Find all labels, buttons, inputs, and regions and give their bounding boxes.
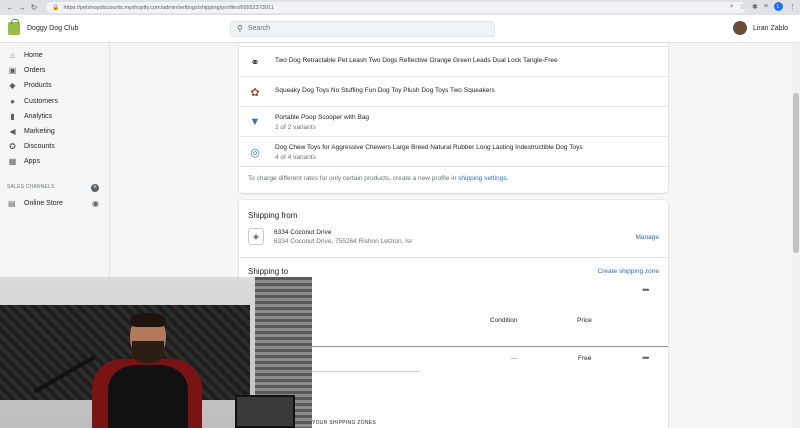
sidebar-item-label: Discounts: [24, 143, 55, 151]
store-name: Doggy Dog Club: [27, 25, 79, 32]
eye-icon[interactable]: ◉: [92, 199, 99, 208]
star-icon[interactable]: ☆: [740, 3, 746, 11]
person-icon: ●: [10, 96, 15, 106]
forward-icon[interactable]: →: [16, 2, 28, 14]
sidebar-item-marketing[interactable]: ◀ Marketing: [0, 124, 109, 139]
variant-count: 4 of 4 variants: [275, 154, 316, 161]
products-card: ⚭ Two Dog Retractable Pet Leash Two Dogs…: [239, 43, 668, 193]
sidebar-item-label: Home: [24, 52, 43, 60]
presenter-beard: [132, 341, 164, 363]
profile-hint: To charge different rates for only certa…: [248, 175, 508, 182]
toy-thumbnail: ✿: [247, 84, 263, 100]
list-item[interactable]: ▼ Portable Poop Scooper with Bag 2 of 2 …: [239, 106, 668, 136]
sidebar-item-label: Apps: [24, 158, 40, 166]
product-title: Two Dog Retractable Pet Leash Two Dogs R…: [275, 57, 558, 64]
sidebar-item-apps[interactable]: ▦ Apps: [0, 154, 109, 169]
back-icon[interactable]: ←: [4, 2, 16, 14]
sidebar-item-products[interactable]: ◆ Products: [0, 78, 109, 93]
address-bar[interactable]: 🔒 https://petshopdiscounts.myshopify.com…: [46, 2, 746, 13]
tag-icon: ◆: [9, 81, 16, 91]
sidebar-item-customers[interactable]: ● Customers: [0, 94, 109, 109]
list-item[interactable]: ✿ Squeaky Dog Toys No Stuffing Fun Dog T…: [239, 76, 668, 106]
sidebar-item-label: Products: [24, 82, 52, 90]
store-icon: ▤: [8, 199, 16, 208]
scrollbar-thumb[interactable]: [793, 93, 799, 253]
sidebar-item-label: Online Store: [24, 200, 63, 207]
presenter-hair: [130, 313, 166, 327]
browser-actions: ⌕ ☆ ✱ ≡ L ⋮: [730, 2, 796, 11]
sidebar-item-label: Customers: [24, 97, 58, 105]
search-input[interactable]: ⚲ Search: [230, 20, 495, 37]
presenter-torso: [108, 365, 188, 428]
megaphone-icon: ◀: [9, 127, 16, 137]
shipping-zones-heading: YOUR SHIPPING ZONES: [312, 420, 377, 426]
rate-underline: [312, 371, 420, 372]
search-placeholder: Search: [247, 25, 271, 32]
shopify-bag-icon: [8, 19, 20, 35]
extensions-icon[interactable]: ✱: [752, 3, 758, 11]
product-title: Squeaky Dog Toys No Stuffing Fun Dog Toy…: [275, 87, 495, 94]
url-text: https://petshopdiscounts.myshopify.com/a…: [63, 4, 274, 11]
address-name: 6334 Coconut Drive: [274, 229, 332, 236]
sidebar-item-label: Orders: [24, 67, 46, 75]
presenter: [108, 313, 188, 428]
sales-channels-header: SALES CHANNELS +: [0, 183, 109, 192]
hint-end: .: [506, 175, 509, 182]
create-zone-button[interactable]: Create shipping zone: [598, 268, 659, 275]
divider: [239, 166, 668, 167]
variant-count: 2 of 2 variants: [275, 124, 316, 131]
bar-chart-icon: ▮: [10, 111, 15, 121]
more-icon[interactable]: ⋮: [789, 3, 796, 11]
background-monitor: [235, 395, 295, 428]
sidebar-item-orders[interactable]: ▣ Orders: [0, 63, 109, 78]
menu-list-icon[interactable]: ≡: [764, 3, 768, 10]
sidebar-item-label: Analytics: [24, 112, 53, 120]
manage-button[interactable]: Manage: [636, 234, 660, 241]
price-header: Price: [577, 317, 592, 324]
webcam-overlay: [0, 277, 312, 428]
sidebar-item-discounts[interactable]: ✪ Discounts: [0, 139, 109, 154]
discount-icon: ✪: [9, 142, 16, 152]
chew-toy-thumbnail: ◎: [247, 144, 263, 160]
zoom-icon[interactable]: ⌕: [730, 3, 734, 11]
list-item[interactable]: ◎ Dog Chew Toys for Aggressive Chewers L…: [239, 136, 668, 166]
reload-icon[interactable]: ↻: [28, 2, 40, 14]
store-switcher[interactable]: Doggy Dog Club: [0, 19, 230, 35]
sidebar-item-home[interactable]: ⌂ Home: [0, 48, 109, 63]
hint-text: To charge different rates for only certa…: [248, 175, 459, 182]
admin-topbar: Doggy Dog Club ⚲ Search Liran Zablo: [0, 15, 800, 43]
page-scrollbar[interactable]: [792, 43, 800, 428]
rate-condition: —: [511, 355, 518, 362]
zone-more-icon[interactable]: •••: [642, 285, 650, 295]
profile-avatar[interactable]: L: [774, 2, 783, 11]
leash-thumbnail: ⚭: [247, 54, 263, 70]
divider: [239, 257, 668, 258]
rate-more-icon[interactable]: •••: [642, 353, 650, 363]
sales-channels-label: SALES CHANNELS: [7, 183, 55, 190]
user-name: Liran Zablo: [752, 24, 788, 32]
product-title: Portable Poop Scooper with Bag: [275, 114, 369, 121]
sidebar-item-analytics[interactable]: ▮ Analytics: [0, 109, 109, 124]
apps-icon: ▦: [8, 157, 17, 167]
sidebar-item-online-store[interactable]: ▤ Online Store ◉: [0, 196, 109, 212]
scooper-thumbnail: ▼: [247, 114, 263, 130]
address-full: 6334 Coconut Drive, 755264 Rishon Letzio…: [274, 238, 413, 245]
list-item[interactable]: ⚭ Two Dog Retractable Pet Leash Two Dogs…: [239, 46, 668, 76]
avatar: [732, 21, 747, 35]
orders-icon: ▣: [8, 66, 17, 76]
shipping-to-title: Shipping to: [248, 267, 289, 276]
lock-icon: 🔒: [52, 5, 60, 11]
sidebar-item-label: Marketing: [24, 128, 55, 136]
location-pin-icon: ◈: [248, 228, 264, 245]
product-title: Dog Chew Toys for Aggressive Chewers Lar…: [275, 144, 583, 151]
condition-header: Condition: [490, 317, 518, 324]
rate-price: Free: [578, 355, 592, 362]
user-menu[interactable]: Liran Zablo: [732, 21, 788, 35]
search-icon: ⚲: [237, 24, 243, 33]
browser-toolbar: ← → ↻ 🔒 https://petshopdiscounts.myshopi…: [0, 0, 800, 15]
home-icon: ⌂: [10, 51, 15, 61]
shipping-from-title: Shipping from: [248, 211, 298, 220]
shipping-settings-link[interactable]: shipping settings: [458, 175, 506, 182]
add-channel-icon[interactable]: +: [91, 183, 99, 192]
